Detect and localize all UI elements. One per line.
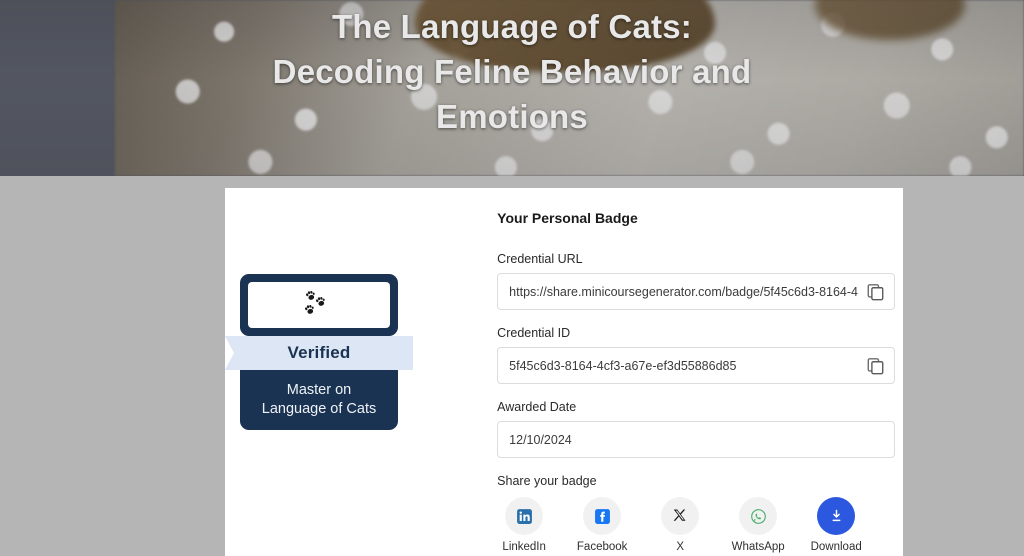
x-twitter-icon [673, 509, 686, 521]
badge-emblem-frame [240, 274, 398, 336]
credential-id-field: Credential ID 5f45c6d3-8164-4cf3-a67e-ef… [497, 326, 895, 384]
credential-id-value: 5f45c6d3-8164-4cf3-a67e-ef3d55886d85 [509, 358, 737, 373]
credential-url-input[interactable]: https://share.minicoursegenerator.com/ba… [497, 273, 895, 310]
share-circle-whatsapp [739, 497, 778, 535]
verified-ribbon: Verified [225, 336, 413, 370]
share-button-facebook[interactable]: Facebook [575, 497, 629, 553]
badge-card: Verified Master on Language of Cats Your… [225, 188, 903, 556]
badge-share-page: The Language of Cats: Decoding Feline Be… [0, 0, 1024, 556]
copy-icon[interactable] [867, 283, 884, 300]
awarded-date-label: Awarded Date [497, 400, 577, 414]
share-heading: Share your badge [497, 474, 597, 488]
cat-paw-prints-icon [305, 290, 325, 314]
share-label-download: Download [810, 541, 862, 553]
copy-icon[interactable] [867, 357, 884, 374]
page-title: The Language of Cats: Decoding Feline Be… [0, 0, 1024, 139]
credential-id-input[interactable]: 5f45c6d3-8164-4cf3-a67e-ef3d55886d85 [497, 347, 895, 384]
badge-title-text: Master on Language of Cats [262, 381, 376, 419]
download-circle [817, 497, 856, 535]
download-icon [832, 509, 841, 521]
awarded-date-value: 12/10/2024 [509, 432, 572, 447]
awarded-date-field: Awarded Date 12/10/2024 [497, 400, 895, 458]
share-circle-facebook [583, 497, 622, 535]
share-label-linkedin: LinkedIn [502, 541, 546, 553]
share-label-facebook: Facebook [576, 541, 628, 553]
hero-banner: The Language of Cats: Decoding Feline Be… [0, 0, 1024, 176]
share-label-x: X [676, 541, 684, 553]
details-heading: Your Personal Badge [497, 210, 638, 226]
whatsapp-icon [750, 508, 766, 524]
facebook-icon [594, 508, 610, 524]
download-button[interactable]: Download [809, 497, 863, 553]
page-title-line-1: The Language of Cats: [332, 8, 692, 45]
badge-title-line-2: Language of Cats [261, 401, 377, 417]
badge-details-pane: Your Personal Badge Credential URL https… [479, 188, 903, 556]
badge-preview-pane: Verified Master on Language of Cats [225, 188, 479, 556]
verified-badge: Verified Master on Language of Cats [225, 274, 413, 430]
share-label-whatsapp: WhatsApp [731, 541, 785, 553]
share-button-whatsapp[interactable]: WhatsApp [731, 497, 785, 553]
share-circle-linkedin [505, 497, 544, 535]
page-title-line-3: Emotions [436, 98, 588, 135]
page-title-line-2: Decoding Feline Behavior and [272, 53, 752, 90]
badge-title: Master on Language of Cats [240, 370, 398, 430]
share-button-linkedin[interactable]: LinkedIn [497, 497, 551, 553]
share-button-x[interactable]: X [653, 497, 707, 553]
credential-url-field: Credential URL https://share.minicourseg… [497, 252, 895, 310]
badge-title-line-1: Master on [286, 382, 352, 398]
credential-url-value: https://share.minicoursegenerator.com/ba… [509, 284, 858, 299]
share-circle-x [661, 497, 700, 535]
badge-emblem-surface [248, 282, 390, 328]
credential-id-label: Credential ID [497, 326, 571, 340]
credential-url-label: Credential URL [497, 252, 583, 266]
share-buttons-row: LinkedIn Facebook X WhatsApp Download [497, 497, 895, 553]
awarded-date-input[interactable]: 12/10/2024 [497, 421, 895, 458]
verified-ribbon-label: Verified [287, 343, 351, 362]
linkedin-icon [516, 508, 532, 524]
